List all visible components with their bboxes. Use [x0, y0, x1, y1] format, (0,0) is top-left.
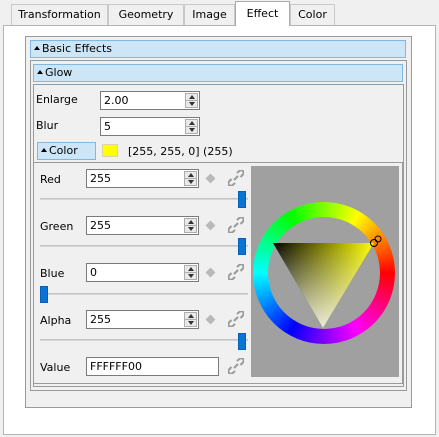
blur-label: Blur	[36, 119, 59, 132]
hex-value: FFFFFF00	[90, 360, 142, 373]
enlarge-value: 2.00	[104, 94, 129, 107]
ring-handle[interactable]	[374, 235, 382, 243]
up-down-arrows-icon[interactable]	[184, 218, 197, 233]
alpha-label: Alpha	[40, 314, 72, 327]
basic-effects-label: Basic Effects	[42, 42, 113, 55]
enlarge-spinbox[interactable]: 2.00	[100, 91, 200, 110]
green-slider-track[interactable]	[40, 245, 248, 247]
blue-value: 0	[90, 266, 97, 279]
color-header[interactable]: Color	[37, 142, 96, 160]
tab-label: Transformation	[18, 8, 101, 21]
triangle-up-icon	[41, 148, 47, 152]
triangle-up-icon	[37, 70, 43, 74]
red-value: 255	[90, 172, 111, 185]
saturation-value-triangle[interactable]	[251, 166, 399, 377]
tab-label: Geometry	[118, 8, 174, 21]
chain-link-icon[interactable]	[228, 264, 244, 280]
red-label: Red	[40, 173, 61, 186]
color-label: Color	[49, 144, 78, 157]
green-value: 255	[90, 219, 111, 232]
tab-effect[interactable]: Effect	[235, 1, 290, 26]
glow-header[interactable]: Glow	[33, 64, 403, 82]
color-summary: [255, 255, 0] (255)	[128, 145, 233, 158]
triangle-up-icon	[34, 46, 40, 50]
green-spinbox[interactable]: 255	[86, 216, 199, 235]
green-slider-handle[interactable]	[238, 238, 246, 255]
blue-spinbox[interactable]: 0	[86, 263, 199, 282]
value-label: Value	[40, 361, 71, 374]
alpha-slider-track[interactable]	[40, 339, 248, 341]
tab-color[interactable]: Color	[290, 4, 335, 25]
tab-transformation[interactable]: Transformation	[11, 4, 108, 25]
tab-image[interactable]: Image	[184, 4, 235, 25]
up-down-arrows-icon[interactable]	[185, 119, 198, 134]
tab-label: Effect	[246, 7, 279, 20]
alpha-slider-handle[interactable]	[238, 333, 246, 350]
red-slider-track[interactable]	[40, 198, 248, 200]
up-down-arrows-icon[interactable]	[184, 265, 197, 280]
blue-slider-handle[interactable]	[40, 286, 48, 303]
blue-slider-track[interactable]	[40, 293, 248, 295]
green-label: Green	[40, 220, 74, 233]
alpha-value: 255	[90, 313, 111, 326]
blur-value: 5	[104, 120, 111, 133]
tab-label: Image	[192, 8, 227, 21]
tab-bar: Transformation Geometry Image Effect Col…	[0, 0, 439, 26]
red-slider-handle[interactable]	[238, 191, 246, 208]
basic-effects-header[interactable]: Basic Effects	[30, 40, 406, 58]
tab-label: Color	[298, 8, 327, 21]
chain-link-icon[interactable]	[228, 358, 244, 374]
chain-link-icon[interactable]	[228, 311, 244, 327]
up-down-arrows-icon[interactable]	[184, 171, 197, 186]
color-wheel-panel	[251, 166, 399, 377]
tab-geometry[interactable]: Geometry	[108, 4, 184, 25]
enlarge-label: Enlarge	[36, 93, 78, 106]
glow-label: Glow	[45, 66, 73, 79]
up-down-arrows-icon[interactable]	[184, 312, 197, 327]
blue-label: Blue	[40, 267, 65, 280]
blur-spinbox[interactable]: 5	[100, 117, 200, 136]
up-down-arrows-icon[interactable]	[185, 93, 198, 108]
hex-value-input[interactable]: FFFFFF00	[86, 357, 219, 376]
alpha-spinbox[interactable]: 255	[86, 310, 199, 329]
chain-link-icon[interactable]	[228, 217, 244, 233]
color-swatch[interactable]	[102, 144, 118, 157]
red-spinbox[interactable]: 255	[86, 169, 199, 188]
chain-link-icon[interactable]	[228, 170, 244, 186]
